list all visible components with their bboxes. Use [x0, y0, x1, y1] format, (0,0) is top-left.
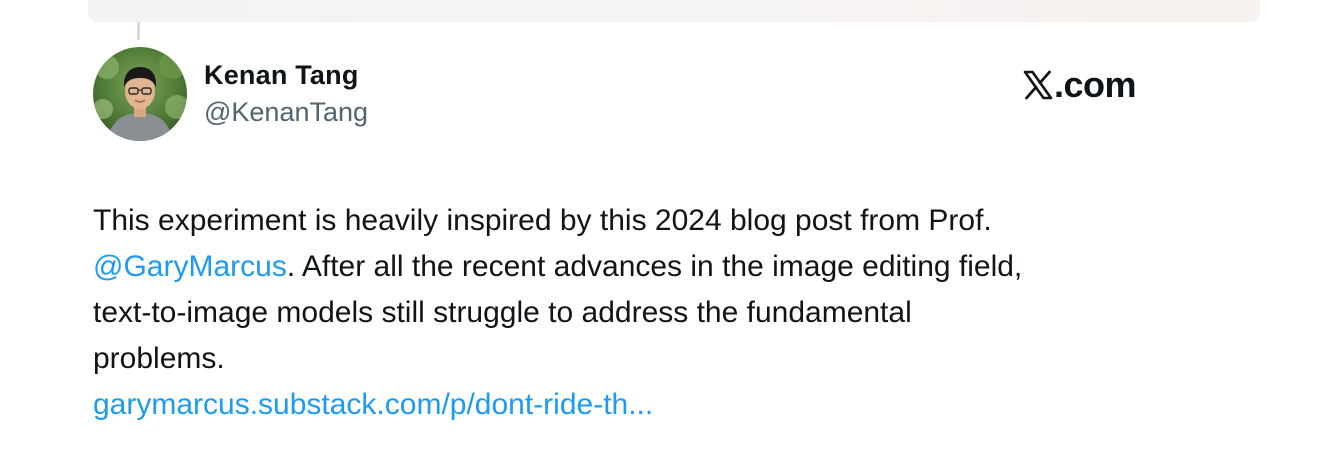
tweet-card: Kenan Tang @KenanTang .com This experime… — [0, 0, 1317, 458]
tweet-text-fragment: . After all the recent advances in the i… — [286, 250, 1023, 283]
mention-link[interactable]: @GaryMarcus — [93, 250, 287, 283]
x-com-label: .com — [1054, 64, 1137, 105]
x-com-source-link[interactable]: .com — [1023, 64, 1137, 106]
previous-post-edge — [88, 0, 1260, 22]
thread-connector-line — [137, 22, 140, 40]
tweet-link-line: garymarcus.substack.com/p/dont-ride-th..… — [93, 382, 1193, 428]
author-handle[interactable]: @KenanTang — [204, 97, 368, 128]
tweet-text: This experiment is heavily inspired by t… — [93, 198, 1193, 428]
person-photo-avatar-icon — [93, 47, 187, 141]
x-logo-icon — [1023, 70, 1053, 100]
tweet-text-line: problems. — [93, 342, 225, 375]
author-name[interactable]: Kenan Tang — [204, 60, 359, 91]
tweet-text-line: This experiment is heavily inspired by t… — [93, 204, 992, 237]
tweet-text-line: @GaryMarcus. After all the recent advanc… — [93, 244, 1193, 290]
tweet-text-line: text-to-image models still struggle to a… — [93, 296, 912, 329]
external-url-link[interactable]: garymarcus.substack.com/p/dont-ride-th..… — [93, 388, 653, 421]
avatar[interactable] — [93, 47, 187, 141]
